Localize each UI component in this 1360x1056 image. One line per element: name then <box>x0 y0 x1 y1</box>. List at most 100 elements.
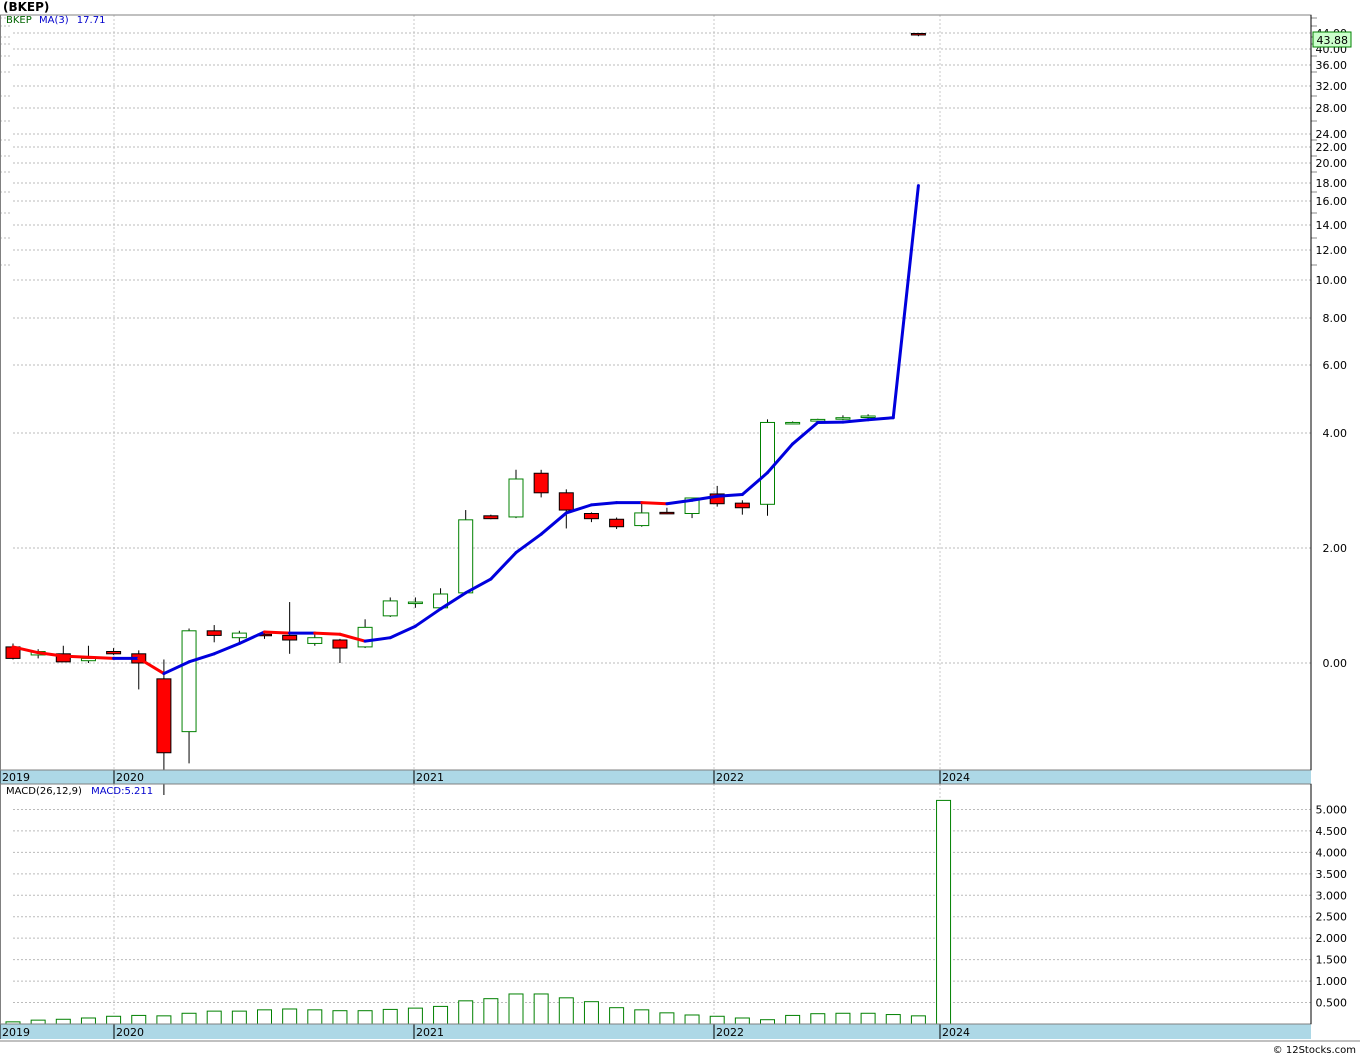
candle <box>332 638 348 663</box>
price-tick-label: 0.00 <box>1323 657 1348 670</box>
candle <box>508 469 524 519</box>
candle <box>785 421 801 425</box>
candle <box>131 650 147 690</box>
macd-bar <box>106 1015 122 1025</box>
price-tick-label: 2.00 <box>1323 542 1348 555</box>
legend-ma-label: MA(3) <box>38 15 69 26</box>
panel-frames <box>0 14 1360 1042</box>
candle <box>458 510 474 594</box>
candle-body <box>181 630 197 733</box>
macd-bar <box>533 993 549 1025</box>
candle-body <box>231 632 247 639</box>
price-tick-label: 12.00 <box>1316 244 1348 257</box>
price-xaxis-band <box>0 770 1311 784</box>
macd-bar <box>734 1017 750 1025</box>
macd-bar <box>810 1013 826 1025</box>
candle-body <box>558 492 574 511</box>
ma-segment <box>86 655 116 660</box>
macd-tick-label: 2.000 <box>1316 932 1348 945</box>
candle <box>583 512 599 523</box>
candle <box>382 597 398 617</box>
macd-bar <box>80 1017 96 1025</box>
macd-bar <box>131 1014 147 1025</box>
macd-tick-label: 5.000 <box>1316 803 1348 816</box>
price-tick-label: 28.00 <box>1316 102 1348 115</box>
ma-segment <box>212 641 241 656</box>
macd-bar <box>785 1014 801 1025</box>
macd-bar <box>458 1000 474 1025</box>
macd-tick-label: 4.500 <box>1316 825 1348 838</box>
candle-body <box>282 634 298 641</box>
ma-segment <box>61 654 90 659</box>
candle-body <box>156 678 172 754</box>
macd-bar <box>307 1009 323 1025</box>
candle-body <box>609 518 625 528</box>
candle <box>106 648 122 655</box>
macd-xaxis-band <box>0 1024 1311 1039</box>
ma-segment <box>36 651 65 658</box>
chart-canvas: 0.00 2.00 4.00 6.00 8.00 10.00 12.00 14.00 16.00… <box>0 14 1360 1042</box>
macd-year-label: 2022 <box>716 1026 744 1039</box>
macd-bar <box>860 1012 876 1025</box>
macd-bar <box>433 1005 449 1025</box>
price-legend: BKEP MA(3) 17.71 <box>6 15 105 26</box>
price-year-label: 2021 <box>416 771 444 784</box>
last-price-tag: 43.88 <box>1312 31 1352 48</box>
macd-bar <box>55 1018 71 1025</box>
price-year-label: 2024 <box>942 771 970 784</box>
candle <box>634 501 650 527</box>
price-tick-label: 20.00 <box>1316 157 1348 170</box>
macd-bar <box>206 1010 222 1025</box>
ma-segment <box>539 511 568 536</box>
candle <box>533 469 549 498</box>
macd-bar <box>332 1010 348 1025</box>
ma-segment <box>413 607 443 628</box>
candle <box>734 500 750 515</box>
macd-tick-label: 4.000 <box>1316 846 1348 859</box>
candle-body <box>357 626 373 648</box>
macd-tick-label: 2.500 <box>1316 911 1348 924</box>
price-tick-label: 18.00 <box>1316 177 1348 190</box>
chart-title: (BKEP) <box>3 0 50 14</box>
price-tick-label: 10.00 <box>1316 274 1348 287</box>
ma-segment <box>137 656 166 676</box>
ma-segment <box>313 631 342 636</box>
macd-year-label: 2021 <box>416 1026 444 1039</box>
macd-tick-label: 3.500 <box>1316 868 1348 881</box>
price-tick-label: 6.00 <box>1323 359 1348 372</box>
candle <box>910 32 926 37</box>
candle <box>357 619 373 649</box>
legend-ma-value: 17.71 <box>76 15 106 26</box>
macd-year-label: 2019 <box>2 1026 30 1039</box>
candle-body <box>785 421 801 425</box>
ma-line-layer <box>11 184 920 676</box>
candle-body <box>483 515 499 520</box>
macd-bar <box>483 998 499 1025</box>
last-price-text: 43.88 <box>1317 34 1349 47</box>
macd-panel-frame <box>0 783 1312 1025</box>
legend-symbol: BKEP <box>6 15 32 26</box>
price-panel-frame <box>0 14 1312 771</box>
price-tick-label: 24.00 <box>1316 128 1348 141</box>
macd-tick-label: 0.500 <box>1316 997 1348 1010</box>
candle <box>55 645 71 663</box>
candle <box>282 602 298 654</box>
candle-body <box>910 32 926 36</box>
candle-body <box>835 417 851 420</box>
macd-bar <box>760 1019 775 1025</box>
macd-bars-layer <box>5 799 952 1025</box>
price-grid <box>0 15 1317 770</box>
candle <box>206 625 222 643</box>
candle-body <box>206 630 222 636</box>
candle <box>483 514 499 520</box>
candle-body <box>106 651 122 655</box>
macd-bar <box>558 997 574 1025</box>
price-tick-label: 16.00 <box>1316 195 1348 208</box>
macd-bar <box>659 1012 675 1025</box>
macd-bar <box>181 1012 197 1025</box>
candle-body <box>407 601 423 605</box>
candle-body <box>458 519 474 594</box>
price-tick-label: 36.00 <box>1316 59 1348 72</box>
ma-segment <box>388 624 417 640</box>
candle <box>860 414 876 419</box>
